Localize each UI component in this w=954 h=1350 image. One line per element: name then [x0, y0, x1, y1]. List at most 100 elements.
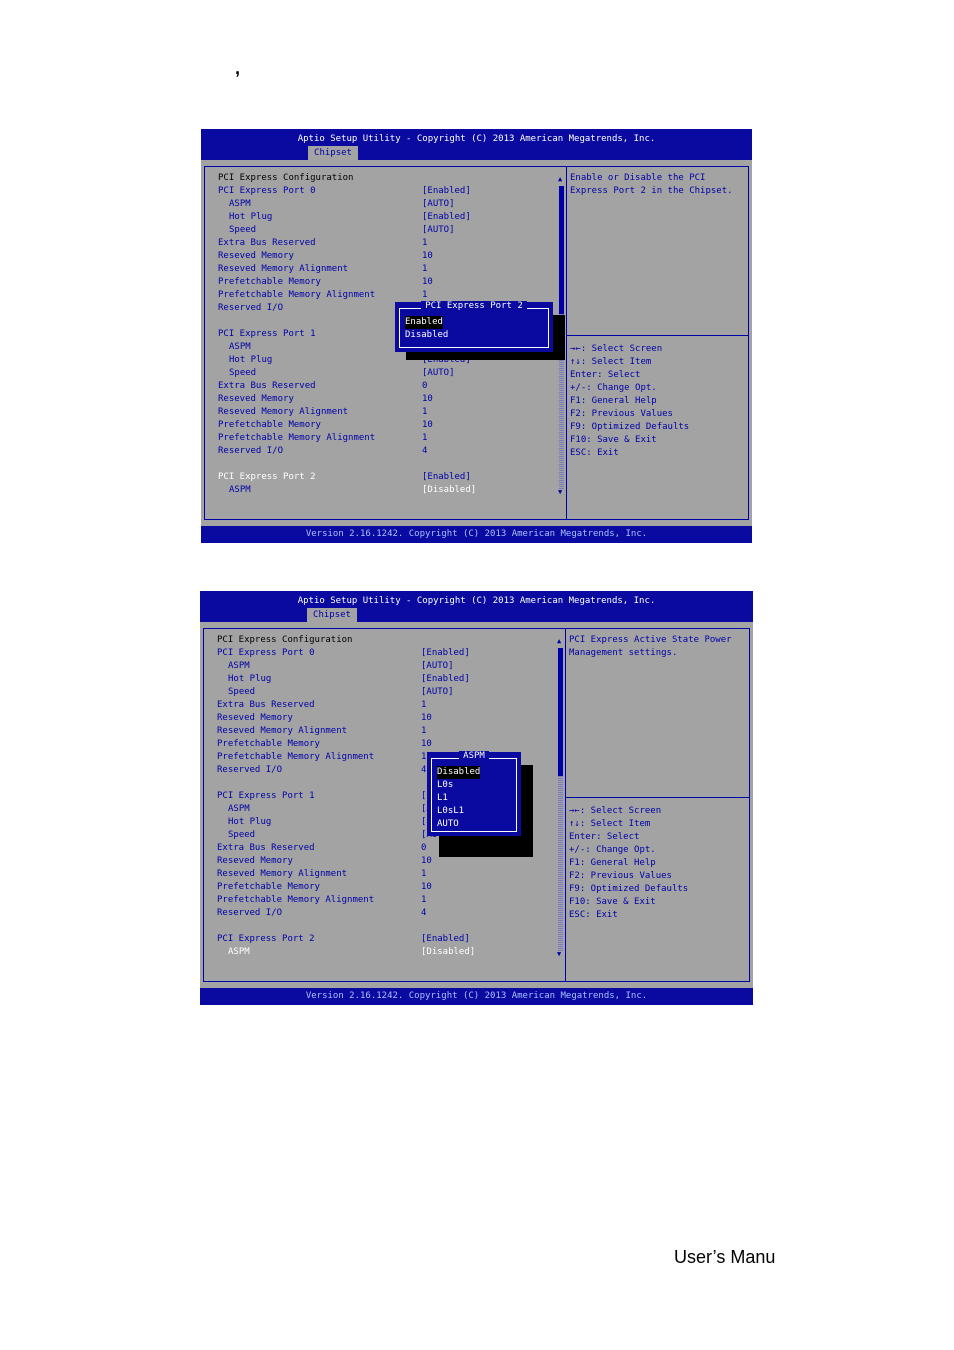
setting-label[interactable]: Reseved Memory — [218, 393, 294, 406]
setting-value[interactable]: 1 — [421, 699, 426, 712]
scroll-down-arrow-icon[interactable]: ▼ — [557, 948, 561, 961]
setting-label[interactable]: Hot Plug — [229, 211, 272, 224]
setting-label[interactable]: PCI Express Port 2 — [218, 471, 316, 484]
setting-label[interactable]: Speed — [228, 829, 255, 842]
setting-label[interactable]: PCI Express Port 0 — [217, 647, 315, 660]
setting-value[interactable]: 4 — [422, 445, 427, 458]
setting-label[interactable]: Hot Plug — [229, 354, 272, 367]
setting-label[interactable]: Prefetchable Memory Alignment — [217, 894, 374, 907]
popup-option[interactable]: Enabled — [405, 316, 443, 329]
setting-value[interactable]: 1 — [421, 868, 426, 881]
setting-label[interactable]: Reseved Memory — [218, 250, 294, 263]
setting-value[interactable]: 0 — [422, 380, 427, 393]
setting-value[interactable]: 10 — [421, 738, 432, 751]
popup-option[interactable]: Disabled — [437, 766, 481, 779]
setting-label[interactable]: Reseved Memory — [217, 855, 293, 868]
popup-option[interactable]: AUTO — [437, 818, 459, 831]
setting-label[interactable]: Hot Plug — [228, 673, 271, 686]
setting-value[interactable]: [AUTO] — [422, 367, 455, 380]
setting-value[interactable]: 1 — [421, 725, 426, 738]
setting-label[interactable]: Extra Bus Reserved — [218, 237, 316, 250]
setting-label[interactable]: Reseved Memory Alignment — [218, 406, 348, 419]
setting-label[interactable]: Reserved I/O — [218, 302, 283, 315]
popup-option[interactable]: L0s — [437, 779, 453, 792]
tab-chipset[interactable]: Chipset — [307, 608, 357, 622]
setting-value[interactable]: 10 — [422, 393, 433, 406]
key-hint: F9: Optimized Defaults — [569, 884, 689, 894]
setting-label[interactable]: Extra Bus Reserved — [217, 699, 315, 712]
setting-label[interactable]: Speed — [228, 686, 255, 699]
setting-value[interactable]: [Disabled] — [421, 946, 475, 959]
setting-value[interactable]: [Enabled] — [422, 471, 471, 484]
scroll-down-arrow-icon[interactable]: ▼ — [558, 486, 562, 499]
setting-value[interactable]: 1 — [421, 894, 426, 907]
setting-label[interactable]: Prefetchable Memory — [218, 276, 321, 289]
setting-value[interactable]: 0 — [421, 842, 426, 855]
setting-value[interactable]: 1 — [421, 751, 426, 764]
scroll-up-arrow-icon[interactable]: ▲ — [558, 173, 562, 186]
setting-label[interactable]: Reserved I/O — [217, 764, 282, 777]
setting-label[interactable]: ASPM — [228, 946, 250, 959]
setting-value[interactable]: 1 — [422, 432, 427, 445]
setting-label[interactable]: Reseved Memory — [217, 712, 293, 725]
popup-option[interactable]: L0sL1 — [437, 805, 464, 818]
setting-label[interactable]: Speed — [229, 367, 256, 380]
popup-option[interactable]: Disabled — [405, 329, 448, 342]
setting-value[interactable]: [AUTO] — [421, 686, 454, 699]
setting-value[interactable]: [AUTO] — [421, 660, 454, 673]
setting-label[interactable]: Extra Bus Reserved — [217, 842, 315, 855]
setting-label[interactable]: Extra Bus Reserved — [218, 380, 316, 393]
setting-label[interactable]: ASPM — [229, 198, 251, 211]
setting-label[interactable]: Prefetchable Memory Alignment — [218, 432, 375, 445]
setting-value[interactable]: 4 — [421, 907, 426, 920]
setting-value[interactable]: [Enabled] — [421, 673, 470, 686]
setting-label[interactable]: Speed — [229, 224, 256, 237]
setting-value[interactable]: [Enabled] — [422, 211, 471, 224]
scroll-up-arrow-icon[interactable]: ▲ — [557, 635, 561, 648]
setting-label[interactable]: Reseved Memory Alignment — [217, 725, 347, 738]
setting-label[interactable]: Reserved I/O — [218, 445, 283, 458]
setting-value[interactable]: 10 — [421, 855, 432, 868]
setting-label[interactable]: Reseved Memory Alignment — [218, 263, 348, 276]
key-hint: Enter: Select — [570, 370, 641, 380]
tab-chipset[interactable]: Chipset — [308, 146, 358, 160]
scrollbar-track[interactable] — [558, 776, 563, 951]
setting-label[interactable]: Hot Plug — [228, 816, 271, 829]
setting-value[interactable]: 1 — [422, 237, 427, 250]
setting-label[interactable]: Prefetchable Memory — [217, 738, 320, 751]
popup-option[interactable]: L1 — [437, 792, 448, 805]
key-hint: ↑↓: Select Item — [570, 357, 652, 367]
setting-label[interactable]: Prefetchable Memory Alignment — [217, 751, 374, 764]
setting-label[interactable]: Reserved I/O — [217, 907, 282, 920]
setting-value[interactable]: 10 — [421, 881, 432, 894]
setting-label[interactable]: Prefetchable Memory — [217, 881, 320, 894]
setting-label[interactable]: PCI Express Port 1 — [218, 328, 316, 341]
setting-label[interactable]: PCI Express Port 1 — [217, 790, 315, 803]
stray-comma: , — [235, 58, 241, 78]
popup-title-text: PCI Express Port 2 — [421, 301, 527, 311]
setting-value[interactable]: [AUTO] — [422, 198, 455, 211]
scrollbar-thumb[interactable] — [558, 648, 563, 776]
setting-value[interactable]: 1 — [422, 406, 427, 419]
setting-label[interactable]: Prefetchable Memory — [218, 419, 321, 432]
setting-label[interactable]: ASPM — [228, 803, 250, 816]
setting-value[interactable]: [Enabled] — [422, 185, 471, 198]
setting-value[interactable]: 10 — [422, 250, 433, 263]
setting-label[interactable]: PCI Express Port 2 — [217, 933, 315, 946]
setting-label[interactable]: PCI Express Port 0 — [218, 185, 316, 198]
setting-value[interactable]: [Disabled] — [422, 484, 476, 497]
setting-value[interactable]: 10 — [422, 276, 433, 289]
setting-value[interactable]: 1 — [422, 263, 427, 276]
setting-label[interactable]: Prefetchable Memory Alignment — [218, 289, 375, 302]
scrollbar-thumb[interactable] — [559, 186, 564, 314]
setting-label[interactable]: ASPM — [229, 484, 251, 497]
setting-value[interactable]: [Enabled] — [421, 933, 470, 946]
setting-label[interactable]: ASPM — [229, 341, 251, 354]
setting-value[interactable]: [Enabled] — [421, 647, 470, 660]
setting-label[interactable]: ASPM — [228, 660, 250, 673]
setting-label[interactable]: Reseved Memory Alignment — [217, 868, 347, 881]
setting-value[interactable]: 10 — [421, 712, 432, 725]
setting-value[interactable]: 10 — [422, 419, 433, 432]
setting-value[interactable]: [AUTO] — [422, 224, 455, 237]
setting-value[interactable]: 4 — [421, 764, 426, 777]
